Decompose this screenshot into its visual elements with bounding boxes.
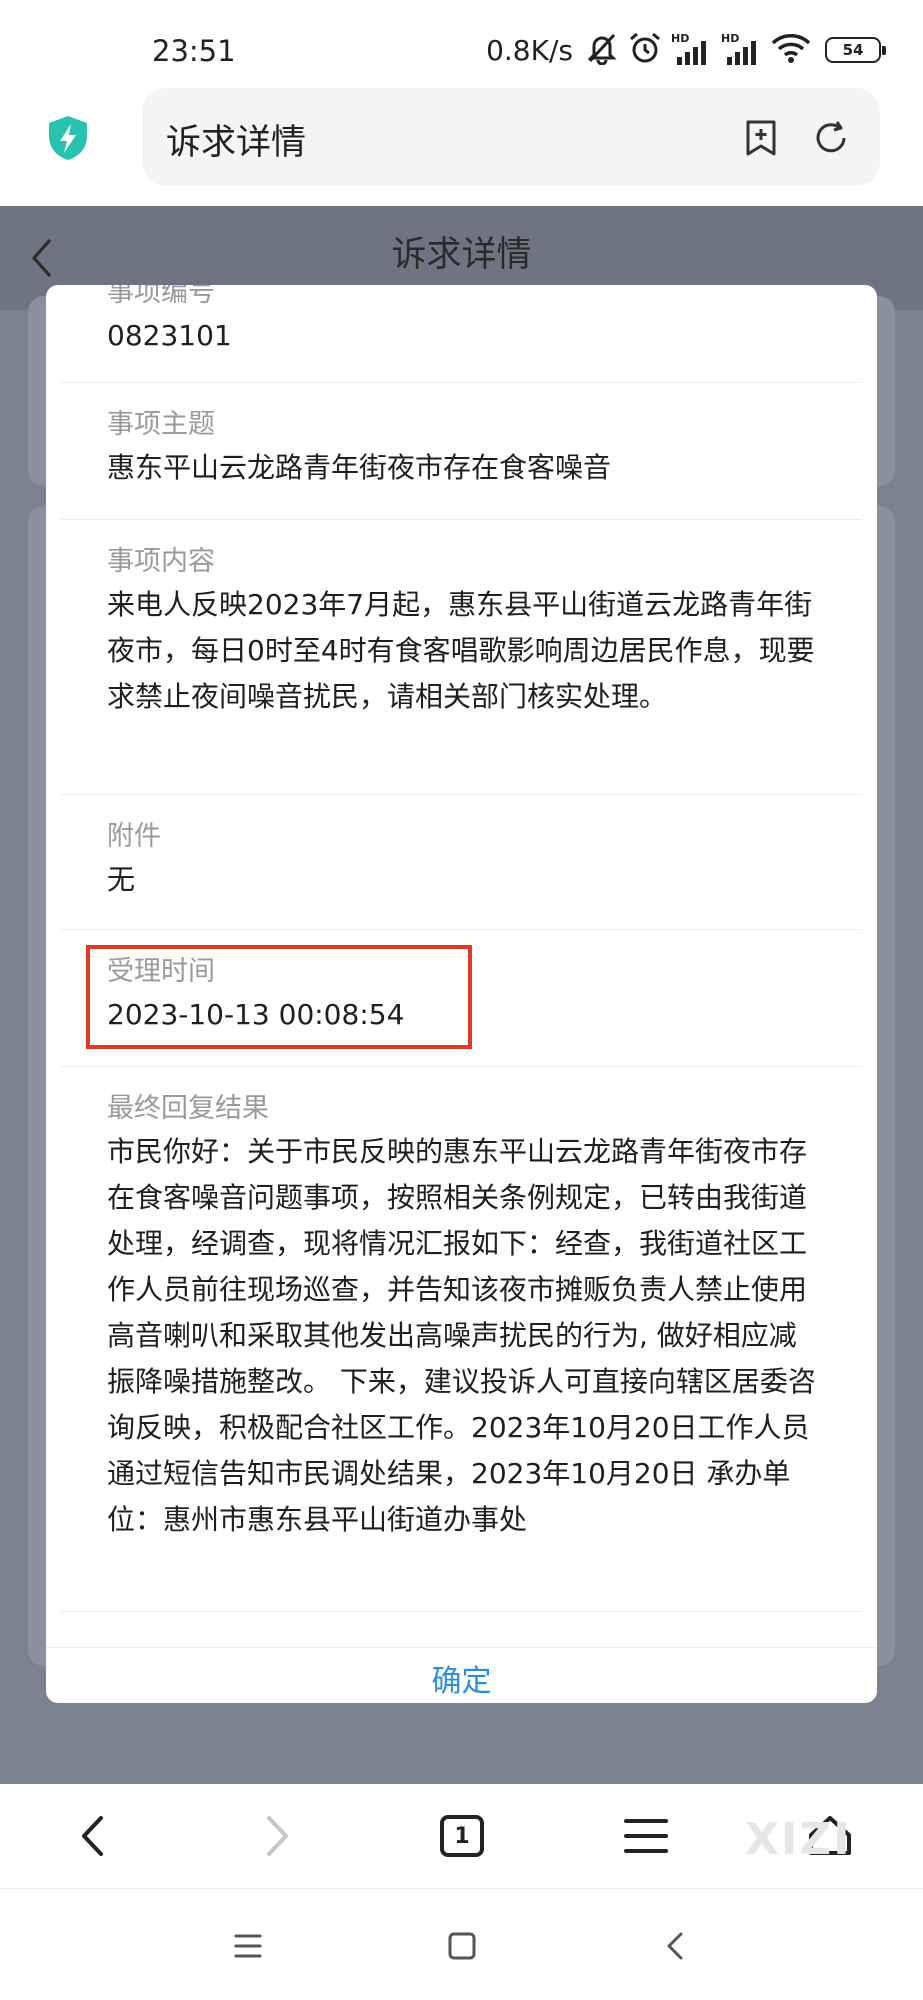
field-label: 事项内容 — [107, 546, 215, 577]
field-value: 市民你好：关于市民反映的惠东平山云龙路青年街夜市存在食客噪音问题事项，按照相关条… — [107, 1135, 816, 1536]
browser-address-bar: 诉求详情 — [0, 88, 923, 206]
field-label: 最终回复结果 — [107, 1093, 269, 1124]
status-icons: 0.8K/s HD HD 54 — [486, 30, 886, 70]
status-bar: 23:51 0.8K/s HD HD 54 — [0, 0, 923, 100]
home-square-icon[interactable] — [442, 1926, 482, 1966]
field-value: 来电人反映2023年7月起，惠东县平山街道云龙路青年街夜市，每日0时至4时有食客… — [107, 588, 815, 713]
browser-toolbar: 1 XIZI — [0, 1784, 923, 1889]
confirm-button[interactable]: 确定 — [432, 1654, 492, 1703]
status-time: 23:51 — [152, 34, 236, 68]
hd-signal-icon: HD — [671, 33, 713, 67]
field-label: 附件 — [107, 821, 161, 852]
url-title: 诉求详情 — [166, 123, 307, 163]
menu-icon[interactable] — [616, 1806, 676, 1866]
field-item-content: 事项内容 来电人反映2023年7月起，惠东县平山街道云龙路青年街夜市，每日0时至… — [61, 520, 862, 795]
tab-count: 1 — [454, 1823, 470, 1849]
network-speed: 0.8K/s — [486, 33, 573, 67]
field-item-subject: 事项主题 惠东平山云龙路青年街夜市存在食客噪音 — [61, 383, 862, 520]
refresh-icon[interactable] — [812, 119, 850, 157]
field-label: 事项主题 — [107, 409, 215, 440]
field-final-reply: 最终回复结果 市民你好：关于市民反映的惠东平山云龙路青年街夜市存在食客噪音问题事… — [61, 1067, 862, 1612]
shield-lightning-icon[interactable] — [46, 114, 90, 162]
back-icon[interactable] — [62, 1806, 122, 1866]
battery-icon: 54 — [825, 37, 886, 63]
system-navigation — [0, 1890, 923, 2000]
bookmark-add-icon[interactable] — [744, 119, 778, 157]
wifi-icon — [771, 32, 811, 68]
field-attachment: 附件 无 — [61, 795, 862, 930]
url-field[interactable]: 诉求详情 — [142, 88, 880, 186]
mute-bell-icon — [585, 31, 619, 69]
modal-footer: 确定 — [46, 1647, 877, 1703]
alarm-icon — [627, 30, 663, 70]
field-item-number: 事项编号 0823101 — [61, 285, 862, 383]
field-accept-time: 受理时间 2023-10-13 00:08:54 — [61, 930, 862, 1067]
tabs-icon[interactable]: 1 — [432, 1806, 492, 1866]
recent-apps-icon[interactable] — [228, 1926, 268, 1966]
detail-modal: 事项编号 0823101 事项主题 惠东平山云龙路青年街夜市存在食客噪音 事项内… — [46, 285, 877, 1703]
page-overlay[interactable]: 诉求详情 事项编号 0823101 事项主题 惠东平山云龙路青年街夜市存在食客噪… — [0, 206, 923, 1784]
field-value: 无 — [107, 863, 136, 896]
redaction-blur — [263, 285, 533, 373]
hd-signal-icon: HD — [721, 33, 763, 67]
red-highlight-box — [86, 945, 472, 1049]
system-back-icon[interactable] — [656, 1926, 696, 1966]
modal-content[interactable]: 事项编号 0823101 事项主题 惠东平山云龙路青年街夜市存在食客噪音 事项内… — [46, 285, 877, 1645]
field-value: 惠东平山云龙路青年街夜市存在食客噪音 — [107, 451, 612, 484]
forward-icon[interactable] — [248, 1806, 308, 1866]
page-title: 诉求详情 — [391, 235, 532, 275]
battery-level: 54 — [842, 41, 864, 59]
watermark: XIZI — [745, 1814, 852, 1865]
